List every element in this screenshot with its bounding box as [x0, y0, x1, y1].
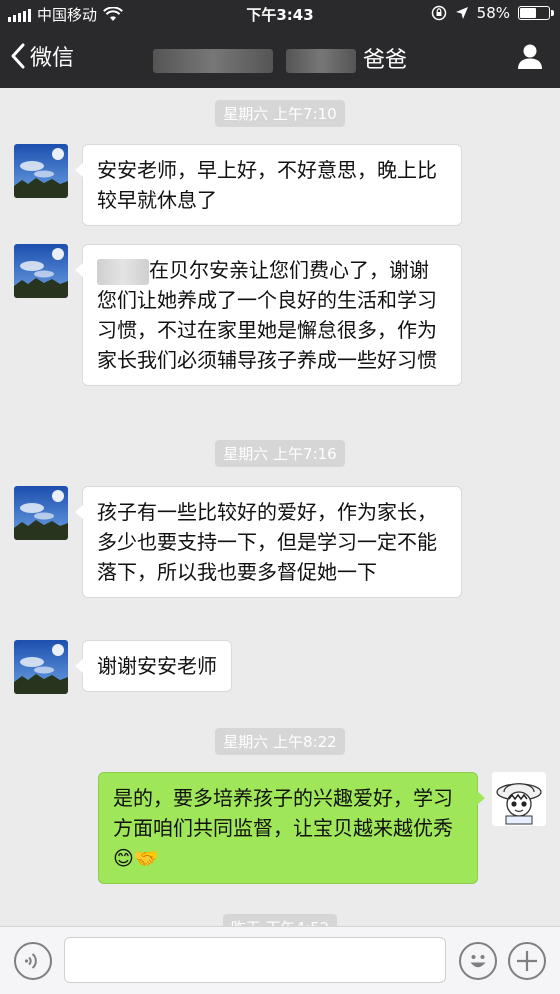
battery-level: [520, 8, 536, 18]
message-input[interactable]: [64, 937, 446, 983]
profile-button[interactable]: [516, 42, 544, 74]
timestamp: 星期六 上午8:22: [0, 728, 560, 755]
orientation-lock-icon: [431, 5, 446, 21]
chat-title: 爸爸: [0, 42, 560, 74]
timestamp: 昨天 下午4:52: [0, 914, 560, 926]
status-right: 58%: [431, 4, 554, 22]
voice-button[interactable]: [14, 942, 52, 980]
redacted-name: [152, 49, 273, 73]
timestamp: 星期六 上午7:16: [0, 440, 560, 467]
voice-icon: [24, 953, 37, 969]
person-icon: [518, 44, 542, 69]
more-button[interactable]: [508, 942, 546, 980]
received-message[interactable]: 在贝尔安亲让您们费心了，谢谢您们让她养成了一个良好的生活和学习习惯，不过在家里她…: [75, 244, 462, 386]
received-message[interactable]: 孩子有一些比较好的爱好，作为家长，多少也要支持一下，但是学习一定不能落下，所以我…: [75, 486, 462, 598]
timestamp: 星期六 上午7:10: [0, 100, 560, 127]
status-bar: 中国移动 下午3:43 58%: [0, 0, 560, 28]
plus-icon: [517, 951, 537, 971]
received-message[interactable]: 安安老师，早上好，不好意思，晚上比较早就休息了: [75, 144, 462, 226]
contact-avatar[interactable]: [14, 144, 68, 198]
battery-percent: 58%: [476, 4, 510, 22]
my-avatar[interactable]: [492, 772, 546, 826]
nav-bar: 微信 爸爸: [0, 28, 560, 88]
emoji-icon: [470, 955, 486, 968]
wechat-chat-screen: 中国移动 下午3:43 58% 微信 爸爸 星期六 上午7:10 安安老师，早上…: [0, 0, 560, 994]
input-bar: [0, 926, 560, 994]
redacted-name: [285, 49, 356, 73]
redacted-name: [97, 258, 149, 285]
contact-avatar[interactable]: [14, 640, 68, 694]
received-message[interactable]: 谢谢安安老师: [75, 640, 232, 692]
message-list[interactable]: 星期六 上午7:10 安安老师，早上好，不好意思，晚上比较早就休息了 在贝尔安亲…: [0, 88, 560, 926]
location-icon: [455, 7, 468, 19]
battery-icon: [518, 6, 554, 20]
contact-avatar[interactable]: [14, 244, 68, 298]
emoji-button[interactable]: [459, 942, 497, 980]
chat-title-suffix: 爸爸: [362, 48, 407, 73]
sent-message[interactable]: 是的，要多培养孩子的兴趣爱好，学习方面咱们共同监督，让宝贝越来越优秀😊🤝: [98, 772, 485, 884]
contact-avatar[interactable]: [14, 486, 68, 540]
